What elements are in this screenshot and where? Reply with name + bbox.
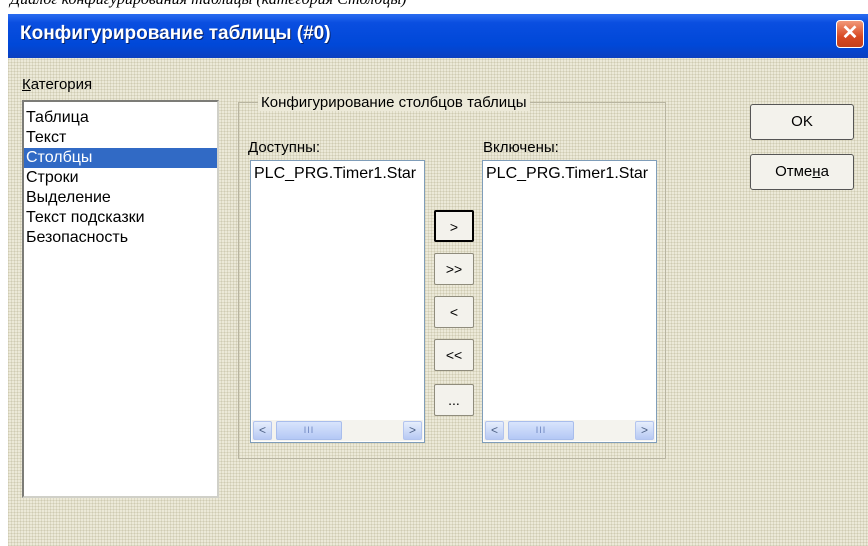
scroll-right-icon[interactable]: >: [635, 421, 654, 440]
available-hscrollbar[interactable]: < III >: [252, 420, 423, 441]
scroll-thumb[interactable]: III: [276, 421, 342, 440]
title-bar[interactable]: Конфигурирование таблицы (#0) ✕: [8, 14, 868, 58]
category-item-security[interactable]: Безопасность: [24, 228, 217, 248]
included-listbox[interactable]: PLC_PRG.Timer1.Star < III >: [482, 160, 657, 443]
category-item-tooltip-text[interactable]: Текст подсказки: [24, 208, 217, 228]
included-label: Включены:: [483, 139, 559, 156]
scroll-left-icon[interactable]: <: [253, 421, 272, 440]
category-item-table[interactable]: Таблица: [24, 108, 217, 128]
close-icon[interactable]: ✕: [836, 20, 864, 48]
more-options-button[interactable]: ...: [434, 384, 474, 416]
category-list[interactable]: Таблица Текст Столбцы Строки Выделение Т…: [22, 100, 219, 498]
add-all-columns-button[interactable]: >>: [434, 253, 474, 285]
columns-config-group-title: Конфигурирование столбцов таблицы: [258, 94, 530, 111]
ok-button[interactable]: OK: [750, 104, 854, 140]
remove-all-columns-button[interactable]: <<: [434, 339, 474, 371]
cancel-button[interactable]: Отмена: [750, 154, 854, 190]
scroll-thumb[interactable]: III: [508, 421, 574, 440]
scroll-right-icon[interactable]: >: [403, 421, 422, 440]
category-item-text[interactable]: Текст: [24, 128, 217, 148]
category-item-rows[interactable]: Строки: [24, 168, 217, 188]
scroll-left-icon[interactable]: <: [485, 421, 504, 440]
cancel-label-mnemonic: н: [812, 163, 821, 180]
cancel-label-prefix: Отме: [775, 163, 813, 180]
list-item[interactable]: PLC_PRG.Timer1.Star: [486, 165, 648, 183]
list-item[interactable]: PLC_PRG.Timer1.Star: [254, 165, 416, 183]
category-label: Категория: [22, 76, 93, 93]
available-label: Доступны:: [248, 139, 321, 156]
config-table-dialog: Конфигурирование таблицы (#0) ✕ Категори…: [8, 14, 868, 546]
category-item-highlight[interactable]: Выделение: [24, 188, 217, 208]
remove-column-button[interactable]: <: [434, 296, 474, 328]
cancel-label-suffix: а: [820, 163, 829, 180]
window-title: Конфигурирование таблицы (#0): [20, 23, 331, 44]
category-item-columns[interactable]: Столбцы: [24, 148, 217, 168]
figure-caption: Диалог конфигурирования таблицы (категор…: [10, 0, 407, 9]
included-hscrollbar[interactable]: < III >: [484, 420, 655, 441]
available-listbox[interactable]: PLC_PRG.Timer1.Star < III >: [250, 160, 425, 443]
add-column-button[interactable]: >: [434, 210, 474, 242]
